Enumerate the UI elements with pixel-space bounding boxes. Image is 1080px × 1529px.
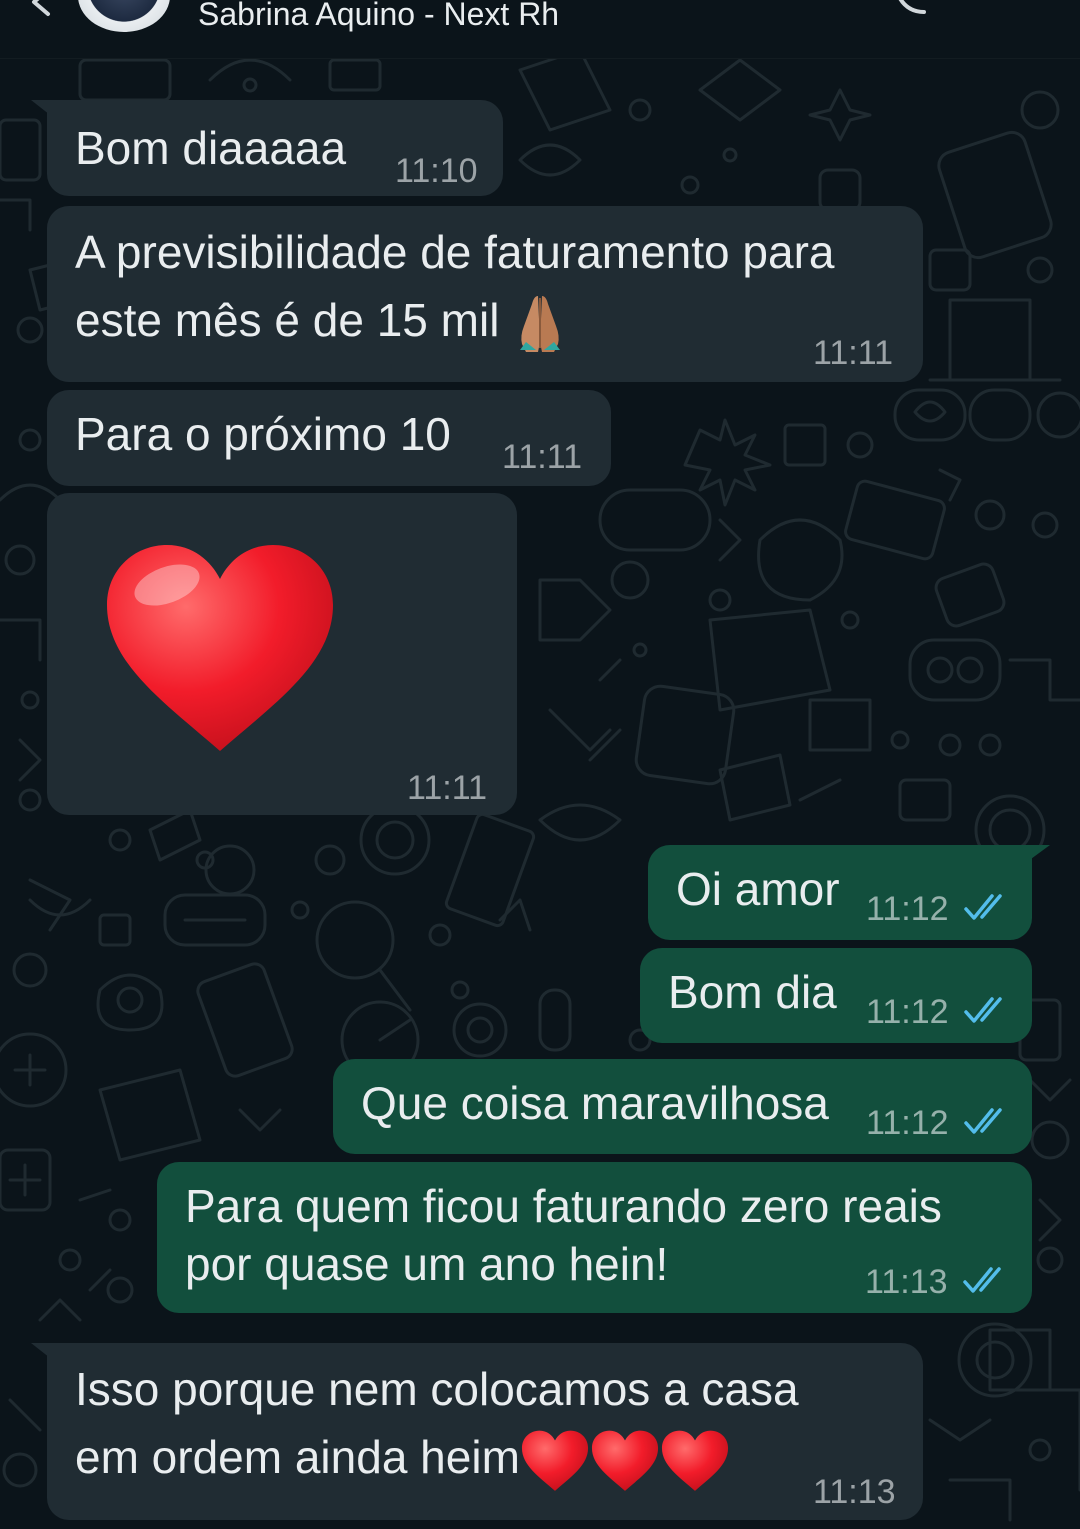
- read-receipt-icon: [964, 1108, 1002, 1134]
- bubble-tail: [31, 1343, 59, 1365]
- message-text: Que coisa maravilhosa: [361, 1077, 829, 1129]
- message-text-line-2: este mês é de 15 mil: [75, 286, 568, 356]
- message-text-line-2: por quase um ano hein!: [185, 1238, 669, 1290]
- read-receipt-icon: [963, 1267, 1001, 1293]
- phone-call-icon[interactable]: [892, 0, 928, 16]
- contact-avatar[interactable]: [78, 0, 170, 32]
- outgoing-message[interactable]: Oi amor 11:12: [648, 845, 1050, 940]
- red-heart-emoji-icon: [521, 1430, 588, 1491]
- read-receipt-icon: [964, 997, 1002, 1023]
- contact-name[interactable]: Sabrina Aquino - Next Rh: [198, 0, 559, 33]
- incoming-sticker-message[interactable]: 11:11: [47, 493, 517, 815]
- outgoing-message[interactable]: Que coisa maravilhosa 11:12: [333, 1059, 1032, 1154]
- folded-hands-emoji-icon: [520, 295, 561, 352]
- message-list: Bom diaaaaa 11:10 A previsibilidade de f…: [0, 0, 1080, 1529]
- bubble-tail: [1020, 845, 1050, 867]
- message-text: Bom dia: [668, 966, 837, 1018]
- message-text-line-1: Isso porque nem colocamos a casa: [75, 1363, 799, 1415]
- message-text: Bom diaaaaa: [75, 122, 347, 174]
- incoming-message[interactable]: Para o próximo 10 11:11: [47, 390, 611, 486]
- message-time: 11:12: [866, 1104, 949, 1142]
- message-time: 11:11: [502, 438, 583, 476]
- message-time: 11:12: [866, 890, 949, 928]
- read-receipt-icon: [964, 894, 1002, 920]
- message-time: 11:11: [407, 769, 488, 807]
- message-time: 11:10: [395, 152, 478, 190]
- outgoing-message[interactable]: Para quem ficou faturando zero reais por…: [157, 1162, 1032, 1313]
- message-text: Para o próximo 10: [75, 408, 451, 460]
- back-arrow-icon[interactable]: [22, 0, 62, 22]
- message-time: 11:11: [813, 334, 894, 372]
- message-time: 11:13: [865, 1263, 948, 1301]
- red-heart-emoji-icon: [661, 1430, 728, 1491]
- message-time: 11:13: [813, 1473, 896, 1511]
- bubble-tail: [31, 100, 59, 122]
- outgoing-message[interactable]: Bom dia 11:12: [640, 948, 1032, 1043]
- red-heart-emoji-icon: [591, 1430, 658, 1491]
- red-heart-emoji-icon: [107, 545, 333, 751]
- incoming-message[interactable]: Isso porque nem colocamos a casa em orde…: [31, 1343, 923, 1520]
- incoming-message[interactable]: A previsibilidade de faturamento para es…: [47, 206, 923, 382]
- message-time: 11:12: [866, 993, 949, 1031]
- more-vert-icon[interactable]: [1010, 0, 1030, 8]
- message-text-line-1: A previsibilidade de faturamento para: [75, 226, 835, 278]
- chat-header: Sabrina Aquino - Next Rh: [0, 0, 1080, 59]
- message-text: Oi amor: [676, 863, 840, 915]
- incoming-message[interactable]: Bom diaaaaa 11:10: [31, 100, 503, 196]
- message-text-line-2: em ordem ainda heim: [75, 1423, 730, 1492]
